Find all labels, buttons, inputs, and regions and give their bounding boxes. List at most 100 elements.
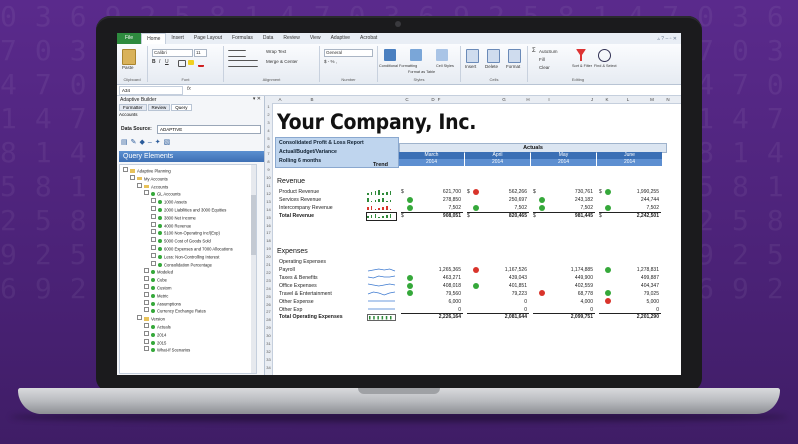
conditional-formatting-icon[interactable]	[384, 49, 396, 61]
expand-icon[interactable]	[151, 213, 156, 219]
cell-value[interactable]: 243,182	[553, 197, 593, 203]
expand-icon[interactable]	[144, 268, 149, 274]
cell-value[interactable]: 1,167,526	[487, 267, 527, 273]
tree-item[interactable]: Currency Exchange Rates	[144, 307, 206, 314]
cell-value[interactable]: 621,700	[421, 189, 461, 195]
cell-value[interactable]: 79,025	[619, 291, 659, 297]
tree-item[interactable]: Cube	[144, 276, 167, 283]
expand-icon[interactable]	[144, 284, 149, 289]
row-header[interactable]: 10	[265, 175, 272, 180]
column-header[interactable]: J	[585, 96, 599, 103]
column-header[interactable]: N	[661, 96, 675, 103]
row-header[interactable]: 14	[265, 207, 272, 212]
cell-value[interactable]: 4,000	[553, 299, 593, 305]
cell-value[interactable]: 250,697	[487, 197, 527, 203]
row-header[interactable]: 31	[265, 341, 272, 346]
expand-icon[interactable]	[151, 252, 156, 258]
tab-review-pane[interactable]: Review	[147, 104, 171, 111]
cell-value[interactable]: 1,174,885	[553, 267, 593, 273]
row-header[interactable]: 32	[265, 349, 272, 354]
expand-icon[interactable]	[137, 182, 142, 188]
cell-value[interactable]: 6,000	[421, 299, 461, 305]
row-header[interactable]: 27	[265, 309, 272, 314]
align-top-icon[interactable]	[228, 50, 246, 57]
row-header[interactable]: 5	[265, 136, 272, 141]
row-header[interactable]: 17	[265, 230, 272, 235]
cell-value[interactable]: 1,265,365	[421, 267, 461, 273]
tree-item[interactable]: 3800 Net Income	[151, 213, 196, 220]
cell-value[interactable]: 401,851	[487, 283, 527, 289]
font-color-icon[interactable]	[198, 60, 204, 67]
cell-value[interactable]: 0	[487, 307, 527, 313]
cell-value[interactable]: 820,465	[487, 213, 527, 219]
tree-item[interactable]: Accounts	[137, 182, 168, 189]
row-header[interactable]: 24	[265, 286, 272, 291]
cell-value[interactable]: 408,018	[421, 283, 461, 289]
cell-value[interactable]: 439,043	[487, 275, 527, 281]
tree-item[interactable]: 1000 Assets	[151, 198, 187, 205]
cell-value[interactable]: 278,850	[421, 197, 461, 203]
expand-icon[interactable]	[137, 315, 142, 321]
clear-button[interactable]: Clear	[539, 65, 550, 70]
row-header[interactable]: 8	[265, 159, 272, 164]
cell-value[interactable]: 2,081,644	[487, 314, 527, 320]
row-header[interactable]: 26	[265, 302, 272, 307]
row-header[interactable]: 25	[265, 294, 272, 299]
accounts-subtab[interactable]: Accounts	[117, 111, 264, 118]
fx-icon[interactable]: fx	[187, 86, 191, 92]
fill-button[interactable]: Fill	[539, 57, 545, 62]
row-header[interactable]: 29	[265, 325, 272, 330]
expand-icon[interactable]	[144, 330, 149, 336]
borders-icon[interactable]	[178, 60, 186, 67]
column-header[interactable]: M	[645, 96, 659, 103]
delete-cells-icon[interactable]	[487, 49, 500, 63]
expand-icon[interactable]	[151, 206, 156, 211]
format-cells-icon[interactable]	[508, 49, 521, 63]
column-header[interactable]: L	[621, 96, 635, 103]
cell-value[interactable]: 562,266	[487, 189, 527, 195]
tree-item[interactable]: My Accounts	[130, 174, 168, 181]
row-header[interactable]: 30	[265, 333, 272, 338]
row-header[interactable]: 20	[265, 254, 272, 259]
tree-item[interactable]: Consolidation Percentage	[151, 260, 212, 267]
row-header[interactable]: 33	[265, 357, 272, 362]
tree-item[interactable]: 2000 Liabilities and 3000 Equities	[151, 206, 226, 213]
cell-value[interactable]: 5,000	[619, 299, 659, 305]
expand-icon[interactable]	[151, 221, 156, 227]
tab-view[interactable]: View	[305, 33, 326, 44]
expand-icon[interactable]	[144, 291, 149, 297]
tree-item[interactable]: Metric	[144, 291, 168, 298]
tab-page-layout[interactable]: Page Layout	[189, 33, 227, 44]
row-header[interactable]: 3	[265, 120, 272, 125]
window-controls[interactable]: ▵ ? – ▫ ✕	[657, 36, 681, 42]
cell-value[interactable]: 0	[553, 307, 593, 313]
cell-value[interactable]: 2,226,164	[421, 314, 461, 320]
cell-value[interactable]: 7,502	[487, 205, 527, 211]
column-header[interactable]: G	[497, 96, 511, 103]
cell-value[interactable]: 0	[421, 307, 461, 313]
merge-center-button[interactable]: Merge & Center	[266, 59, 298, 64]
tab-acrobat[interactable]: Acrobat	[355, 33, 382, 44]
tab-review[interactable]: Review	[278, 33, 304, 44]
tree-item[interactable]: Assumptions	[144, 299, 181, 306]
align-left-icon[interactable]	[228, 60, 258, 67]
cell-value[interactable]: 404,347	[619, 283, 659, 289]
tree-scrollbar[interactable]	[251, 165, 256, 373]
row-header[interactable]: 11	[265, 183, 272, 188]
cell-value[interactable]: 2,099,751	[553, 314, 593, 320]
cell-value[interactable]: 1,278,831	[619, 267, 659, 273]
cell-value[interactable]: 2,201,290	[619, 314, 659, 320]
expand-icon[interactable]	[151, 198, 156, 204]
row-header[interactable]: 1	[265, 104, 272, 109]
italic-button[interactable]: I	[159, 59, 160, 65]
tree-item[interactable]: Custom	[144, 284, 171, 291]
tree-item[interactable]: Less: Non-Controlling Interest	[151, 252, 219, 259]
expand-icon[interactable]	[144, 299, 149, 305]
tab-file[interactable]: File	[117, 33, 142, 44]
tree-item[interactable]: Version	[137, 315, 165, 322]
number-format-buttons[interactable]: $ - % ,	[324, 59, 337, 64]
sort-filter-icon[interactable]	[576, 49, 586, 61]
tree-item[interactable]: Modeled	[144, 268, 173, 275]
cell-value[interactable]: 0	[487, 299, 527, 305]
row-header[interactable]: 16	[265, 223, 272, 228]
